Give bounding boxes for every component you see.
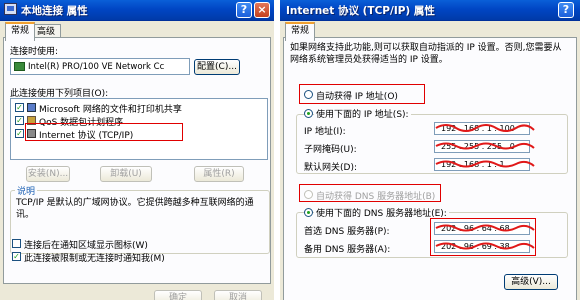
adapter-field: Intel(R) PRO/100 VE Network Cc (10, 58, 190, 75)
help-button[interactable]: ? (236, 2, 252, 18)
close-button[interactable]: × (254, 2, 270, 18)
install-button[interactable]: 安装(N)... (26, 166, 70, 182)
file-sharing-icon (27, 103, 36, 112)
properties-button[interactable]: 属性(R) (194, 166, 244, 182)
connect-using-label: 连接时使用: (10, 47, 59, 57)
cancel-button[interactable]: 取消 (214, 290, 262, 300)
adapter-name: Intel(R) PRO/100 VE Network Cc (28, 62, 165, 72)
tab-general[interactable]: 常规 (285, 22, 316, 41)
highlight-box (25, 123, 183, 141)
local-connection-properties-window: 本地连接 属性 ? × 常规 高级 连接时使用: Intel(R) PRO/10… (0, 0, 274, 300)
item-checkbox-qos[interactable]: ✓ (15, 116, 24, 125)
network-connection-icon (4, 3, 17, 15)
list-item[interactable]: Microsoft 网络的文件和打印机共享 (39, 102, 182, 115)
general-panel: 连接时使用: Intel(R) PRO/100 VE Network Cc 配置… (3, 37, 271, 284)
ok-button[interactable]: 确定 (154, 290, 202, 300)
uninstall-button[interactable]: 卸载(U) (100, 166, 152, 182)
description-text: TCP/IP 是默认的广域网协议。它提供跨越多种互联网络的通讯。 (16, 198, 254, 220)
redaction-scribbles (435, 124, 535, 250)
notify-limited-label[interactable]: 此连接被限制或无连接时通知我(M) (24, 251, 165, 264)
item-checkbox-file-sharing[interactable]: ✓ (15, 103, 24, 112)
title-bar[interactable]: 本地连接 属性 ? × (0, 0, 274, 21)
components-list[interactable]: ✓ Microsoft 网络的文件和打印机共享 ✓ QoS 数据包计划程序 ✓ … (10, 98, 268, 160)
notify-icon-checkbox[interactable] (12, 239, 21, 248)
notify-limited-checkbox[interactable]: ✓ (12, 252, 21, 261)
description-title: 说明 (15, 184, 38, 197)
configure-button[interactable]: 配置(C)... (194, 59, 240, 75)
network-card-icon (14, 62, 25, 71)
window-title: 本地连接 属性 (21, 5, 88, 17)
tab-general[interactable]: 常规 (5, 22, 36, 41)
item-checkbox-tcpip[interactable]: ✓ (15, 129, 24, 138)
tcpip-properties-window: Internet 协议 (TCP/IP) 属性 ? 常规 如果网络支持此功能,则… (280, 0, 580, 300)
notify-icon-label[interactable]: 连接后在通知区域显示图标(W) (24, 238, 148, 251)
